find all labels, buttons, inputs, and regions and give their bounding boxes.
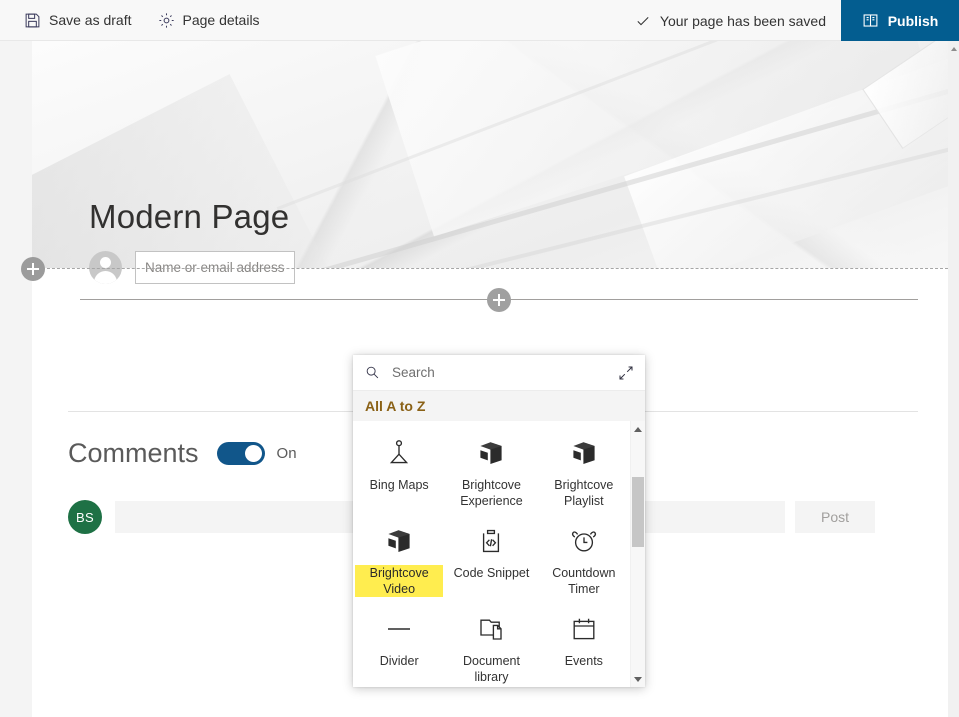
avatar: BS [68, 500, 102, 534]
command-bar: Save as draft Page details Your page has… [0, 0, 959, 41]
publish-label: Publish [888, 13, 939, 29]
webpart-item-brightcove-video[interactable]: Brightcove Video [353, 514, 445, 602]
expand-icon[interactable] [615, 362, 637, 384]
page-scroll-up-button[interactable] [948, 43, 959, 55]
bing-maps-icon [384, 438, 414, 468]
page-scrollbar[interactable] [948, 41, 959, 717]
scroll-down-button[interactable] [631, 671, 645, 687]
gear-icon [158, 12, 175, 29]
comments-toggle-state-label: On [277, 445, 297, 462]
webpart-item-label: Countdown Timer [542, 565, 626, 597]
add-section-button[interactable] [21, 257, 45, 281]
toggle-knob [245, 445, 262, 462]
caret-up-icon [951, 47, 957, 51]
webpart-item-label: Code Snippet [454, 565, 530, 581]
webpart-picker-body: Bing Maps Brightcove Experience [353, 421, 645, 687]
page-details-label: Page details [183, 12, 260, 28]
webpart-picker-panel: All A to Z Bing Maps [353, 355, 645, 687]
avatar-head [100, 257, 111, 268]
webpart-item-label: Bing Maps [370, 477, 429, 493]
webpart-item-label: Brightcove Video [355, 565, 443, 597]
document-library-icon [476, 614, 506, 644]
comments-title: Comments [68, 438, 199, 469]
page-details-button[interactable]: Page details [152, 1, 266, 39]
code-snippet-icon [476, 526, 506, 556]
brightcove-cube-icon [384, 526, 414, 556]
save-as-draft-label: Save as draft [49, 12, 132, 28]
webpart-picker-search-row [353, 355, 645, 391]
calendar-icon [569, 614, 599, 644]
checkmark-icon [635, 13, 651, 29]
publish-button[interactable]: Publish [841, 0, 959, 41]
scroll-up-button[interactable] [631, 421, 645, 437]
webpart-item-label: Document library [449, 653, 533, 685]
page-title[interactable]: Modern Page [89, 198, 289, 236]
webpart-item-brightcove-experience[interactable]: Brightcove Experience [445, 426, 537, 514]
command-bar-right-group: Your page has been saved Publish [635, 0, 959, 41]
add-webpart-button[interactable] [487, 288, 511, 312]
search-icon [365, 365, 380, 380]
save-icon [24, 12, 41, 29]
divider-icon [384, 614, 414, 644]
webpart-item-label: Brightcove Experience [449, 477, 533, 509]
brightcove-cube-icon [569, 438, 599, 468]
webpart-picker-scrollbar[interactable] [630, 421, 645, 687]
alarm-clock-icon [569, 526, 599, 556]
webpart-item-events[interactable]: Events [538, 602, 630, 687]
canvas-left-gutter [0, 41, 32, 717]
plus-icon-vertical [32, 263, 34, 275]
webpart-item-label: Brightcove Playlist [542, 477, 626, 509]
command-bar-left-group: Save as draft Page details [18, 0, 266, 40]
comments-toggle[interactable] [217, 442, 265, 465]
page-canvas: Modern Page Comments On BS Post [0, 41, 948, 717]
webpart-item-code-snippet[interactable]: Code Snippet [445, 514, 537, 602]
webpart-grid: Bing Maps Brightcove Experience [353, 421, 630, 687]
caret-up-icon [634, 427, 642, 432]
webpart-item-divider[interactable]: Divider [353, 602, 445, 687]
scrollbar-thumb[interactable] [632, 477, 644, 547]
publish-book-icon [862, 12, 879, 29]
webpart-item-document-library[interactable]: Document library [445, 602, 537, 687]
search-input[interactable] [390, 364, 615, 381]
avatar-body [94, 271, 117, 284]
brightcove-cube-icon [476, 438, 506, 468]
webpart-item-label: Events [565, 653, 603, 669]
webpart-item-brightcove-playlist[interactable]: Brightcove Playlist [538, 426, 630, 514]
post-comment-button[interactable]: Post [795, 501, 875, 533]
plus-icon-vertical [498, 294, 500, 306]
webpart-item-countdown-timer[interactable]: Countdown Timer [538, 514, 630, 602]
status-badge: Your page has been saved [635, 13, 826, 29]
save-as-draft-button[interactable]: Save as draft [18, 1, 138, 39]
webpart-group-label: All A to Z [353, 391, 645, 421]
caret-down-icon [634, 677, 642, 682]
webpart-item-bing-maps[interactable]: Bing Maps [353, 426, 445, 514]
saved-status-label: Your page has been saved [660, 13, 826, 29]
section-boundary-dashed [32, 268, 948, 269]
webpart-item-label: Divider [380, 653, 419, 669]
